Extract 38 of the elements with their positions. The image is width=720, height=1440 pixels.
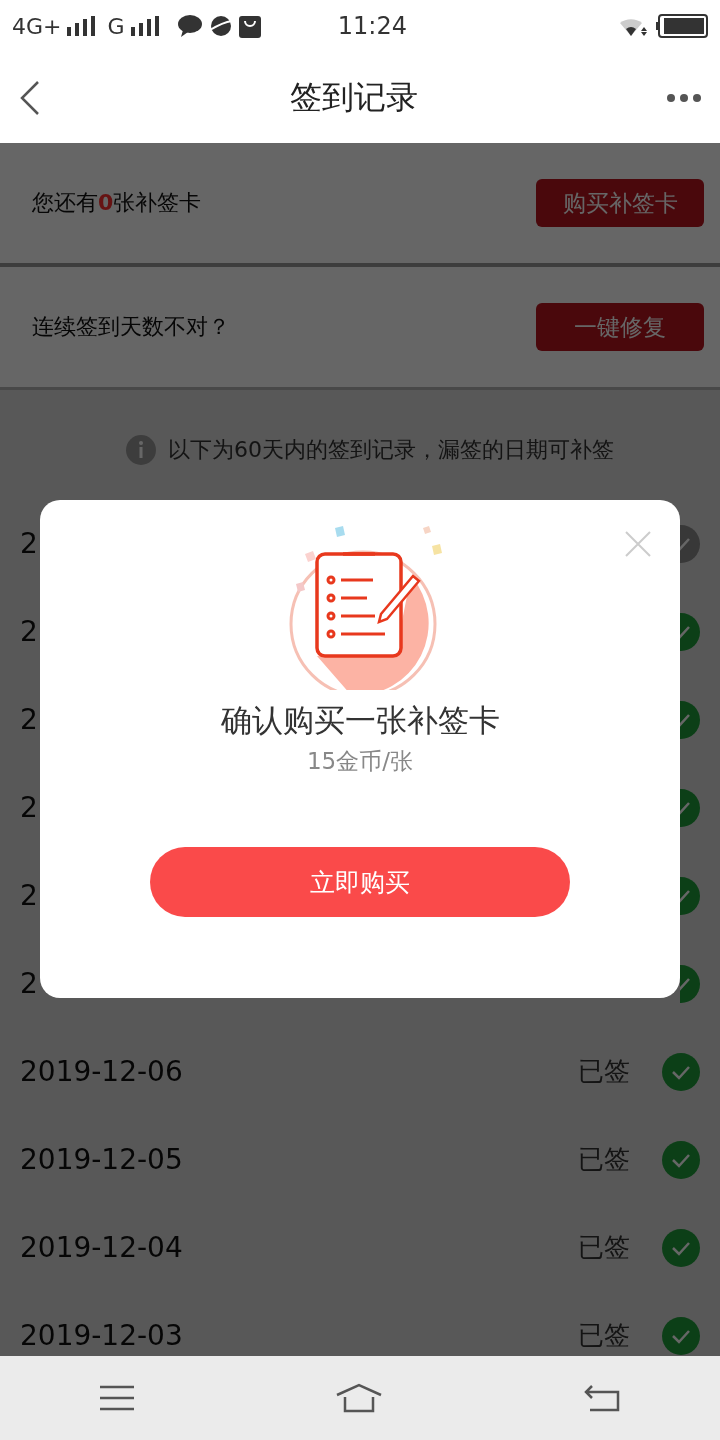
record-status: 已签 — [578, 1231, 630, 1264]
record-status: 已签 — [578, 1055, 630, 1088]
record-status: 已签 — [578, 1143, 630, 1176]
more-button[interactable] — [666, 92, 702, 103]
menu-button[interactable] — [100, 1385, 135, 1411]
card-action-button[interactable]: 一键修复 — [536, 303, 704, 351]
record-date: 2019-12-06 — [20, 1055, 183, 1088]
planet-icon — [208, 14, 233, 38]
price-text: 15金币/张 — [307, 747, 413, 776]
signal-icon — [67, 16, 96, 36]
record-date: 2 — [20, 879, 38, 912]
buy-now-button[interactable]: 立即购买 — [150, 847, 570, 917]
info-icon — [126, 434, 156, 465]
back-button[interactable] — [18, 79, 42, 116]
page-title: 签到记录 — [290, 76, 418, 118]
card-text: 连续签到天数不对？ — [32, 313, 230, 341]
record-date: 2 — [20, 791, 38, 824]
network-label: 4G+ — [12, 13, 62, 39]
signal-icon — [130, 16, 159, 36]
record-date: 2019-12-05 — [20, 1143, 183, 1176]
notice-text: 以下为60天内的签到记录，漏签的日期可补签 — [168, 435, 614, 464]
record-date: 2 — [20, 703, 38, 736]
card-balance-text: 您还有0张补签卡 — [32, 189, 202, 217]
chat-bubble-icon — [176, 14, 203, 38]
record-date: 2 — [20, 615, 38, 648]
shopping-bag-icon — [238, 14, 261, 38]
back-nav-button[interactable] — [583, 1384, 620, 1412]
dialog-title: 确认购买一张补签卡 — [220, 701, 500, 740]
home-button[interactable] — [335, 1383, 383, 1413]
card-action-button[interactable]: 购买补签卡 — [536, 179, 704, 227]
record-status: 已签 — [578, 1319, 630, 1352]
record-date: 2019-12-03 — [20, 1319, 183, 1352]
network-label: G — [107, 13, 125, 39]
record-date: 2019-12-04 — [20, 1231, 183, 1264]
clock-time: 11:24 — [337, 12, 407, 40]
record-date: 2 — [20, 527, 38, 560]
battery-icon — [656, 14, 708, 38]
record-date: 2 — [20, 967, 38, 1000]
